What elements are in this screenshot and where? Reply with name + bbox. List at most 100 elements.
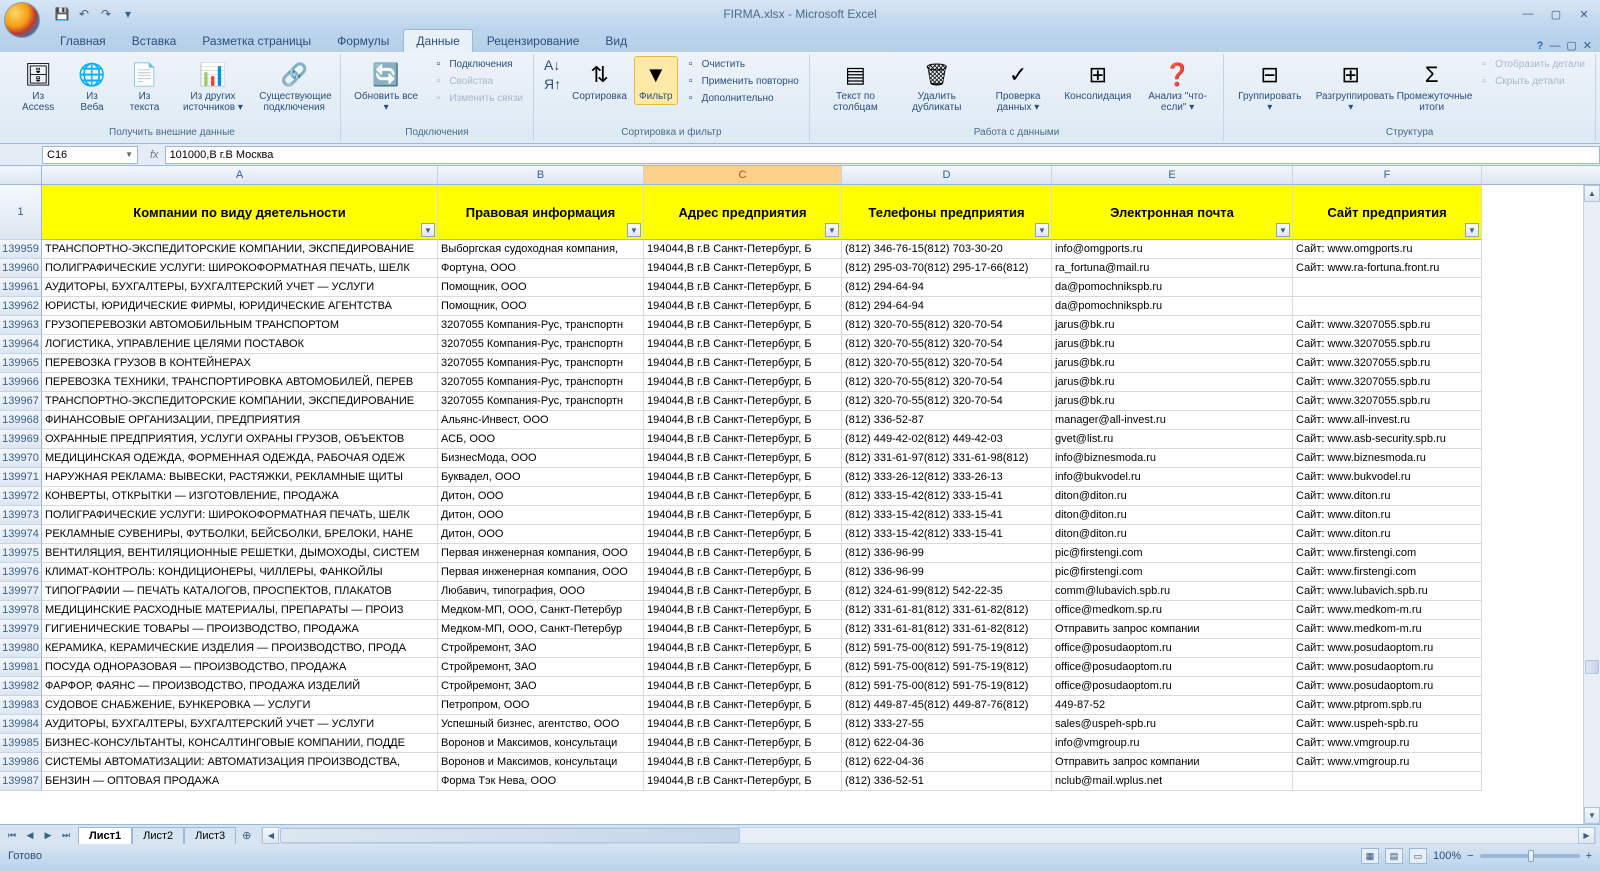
table-cell[interactable]: Сайт: www.vmgroup.ru	[1293, 753, 1482, 772]
row-header[interactable]: 139965	[0, 354, 42, 373]
ribbon-tab-2[interactable]: Разметка страницы	[190, 30, 323, 52]
table-cell[interactable]: Сайт: www.ra-fortuna.front.ru	[1293, 259, 1482, 278]
sort-desc-button[interactable]: Я↑	[540, 75, 565, 93]
table-cell[interactable]: 194044,В г.В Санкт-Петербург, Б	[644, 354, 842, 373]
table-cell[interactable]: ТИПОГРАФИИ — ПЕЧАТЬ КАТАЛОГОВ, ПРОСПЕКТО…	[42, 582, 438, 601]
row-header[interactable]: 139987	[0, 772, 42, 791]
table-cell[interactable]: (812) 333-26-12(812) 333-26-13	[842, 468, 1052, 487]
row-header[interactable]: 139974	[0, 525, 42, 544]
table-cell[interactable]: Сайт: www.uspeh-spb.ru	[1293, 715, 1482, 734]
table-cell[interactable]: ОХРАННЫЕ ПРЕДПРИЯТИЯ, УСЛУГИ ОХРАНЫ ГРУЗ…	[42, 430, 438, 449]
table-cell[interactable]: Фортуна, ООО	[438, 259, 644, 278]
ribbon-small-button[interactable]: ▫Изменить связи	[427, 90, 527, 106]
ribbon-button[interactable]: 🔗Существующие подключения	[255, 56, 334, 116]
table-cell[interactable]: Сайт: www.3207055.spb.ru	[1293, 373, 1482, 392]
ribbon-button[interactable]: ▤Текст по столбцам	[816, 56, 895, 116]
table-cell[interactable]: 3207055 Компания-Рус, транспортн	[438, 392, 644, 411]
scroll-down-button[interactable]: ▼	[1584, 807, 1600, 824]
table-cell[interactable]: (812) 591-75-00(812) 591-75-19(812)	[842, 677, 1052, 696]
zoom-in-button[interactable]: +	[1586, 850, 1592, 862]
table-cell[interactable]: 3207055 Компания-Рус, транспортн	[438, 373, 644, 392]
row-header[interactable]: 1	[0, 185, 42, 240]
sheet-tab[interactable]: Лист3	[184, 827, 236, 844]
table-cell[interactable]: Сайт: www.diton.ru	[1293, 506, 1482, 525]
table-cell[interactable]: 194044,В г.В Санкт-Петербург, Б	[644, 335, 842, 354]
row-header[interactable]: 139981	[0, 658, 42, 677]
new-sheet-button[interactable]: ⊕	[236, 829, 257, 842]
ribbon-button[interactable]: ⊞Консолидация	[1060, 56, 1136, 105]
table-cell[interactable]: info@bukvodel.ru	[1052, 468, 1293, 487]
table-cell[interactable]: 194044,В г.В Санкт-Петербург, Б	[644, 297, 842, 316]
spreadsheet-grid[interactable]: ABCDEF 1Компании по виду дяетельности▼Пр…	[0, 166, 1600, 824]
row-header[interactable]: 139986	[0, 753, 42, 772]
column-header[interactable]: D	[842, 166, 1052, 184]
vertical-scrollbar[interactable]: ▲ ▼	[1583, 185, 1600, 824]
horizontal-scrollbar[interactable]: ◀ ▶	[261, 827, 1596, 844]
table-cell[interactable]: НАРУЖНАЯ РЕКЛАМА: ВЫВЕСКИ, РАСТЯЖКИ, РЕК…	[42, 468, 438, 487]
table-cell[interactable]: Любавич, типография, ООО	[438, 582, 644, 601]
table-cell[interactable]: ТРАНСПОРТНО-ЭКСПЕДИТОРСКИЕ КОМПАНИИ, ЭКС…	[42, 392, 438, 411]
office-button[interactable]	[4, 2, 40, 38]
table-cell[interactable]: Дитон, ООО	[438, 506, 644, 525]
table-cell[interactable]: 194044,В г.В Санкт-Петербург, Б	[644, 240, 842, 259]
table-cell[interactable]: jarus@bk.ru	[1052, 335, 1293, 354]
table-cell[interactable]: ЮРИСТЫ, ЮРИДИЧЕСКИЕ ФИРМЫ, ЮРИДИЧЕСКИЕ А…	[42, 297, 438, 316]
table-cell[interactable]: Петропром, ООО	[438, 696, 644, 715]
table-cell[interactable]: 194044,В г.В Санкт-Петербург, Б	[644, 411, 842, 430]
table-cell[interactable]: 194044,В г.В Санкт-Петербург, Б	[644, 506, 842, 525]
table-cell[interactable]: (812) 622-04-36	[842, 734, 1052, 753]
table-cell[interactable]: ПОСУДА ОДНОРАЗОВАЯ — ПРОИЗВОДСТВО, ПРОДА…	[42, 658, 438, 677]
table-cell[interactable]: (812) 591-75-00(812) 591-75-19(812)	[842, 658, 1052, 677]
table-cell[interactable]: 194044,В г.В Санкт-Петербург, Б	[644, 772, 842, 791]
table-cell[interactable]: Сайт: www.3207055.spb.ru	[1293, 354, 1482, 373]
ribbon-tab-0[interactable]: Главная	[48, 30, 118, 52]
table-cell[interactable]: Сайт: www.firstengi.com	[1293, 563, 1482, 582]
row-header[interactable]: 139982	[0, 677, 42, 696]
ribbon-button[interactable]: ▼Фильтр	[634, 56, 678, 105]
table-cell[interactable]: da@pomochnikspb.ru	[1052, 278, 1293, 297]
table-cell[interactable]: СИСТЕМЫ АВТОМАТИЗАЦИИ: АВТОМАТИЗАЦИЯ ПРО…	[42, 753, 438, 772]
table-cell[interactable]: diton@diton.ru	[1052, 506, 1293, 525]
filter-dropdown-icon[interactable]: ▼	[1276, 223, 1290, 237]
table-cell[interactable]: Альянс-Инвест, ООО	[438, 411, 644, 430]
table-cell[interactable]: (812) 294-64-94	[842, 278, 1052, 297]
close-button[interactable]: ✕	[1574, 6, 1594, 22]
table-cell[interactable]: 194044,В г.В Санкт-Петербург, Б	[644, 259, 842, 278]
table-cell[interactable]: manager@all-invest.ru	[1052, 411, 1293, 430]
row-header[interactable]: 139980	[0, 639, 42, 658]
table-cell[interactable]: Медком-МП, ООО, Санкт-Петербур	[438, 601, 644, 620]
table-cell[interactable]: (812) 331-61-97(812) 331-61-98(812)	[842, 449, 1052, 468]
table-cell[interactable]: Стройремонт, ЗАО	[438, 658, 644, 677]
row-header[interactable]: 139971	[0, 468, 42, 487]
table-cell[interactable]: Сайт: www.posudaoptom.ru	[1293, 677, 1482, 696]
table-cell[interactable]: Сайт: www.diton.ru	[1293, 525, 1482, 544]
qat-redo-icon[interactable]: ↷	[98, 6, 114, 22]
table-cell[interactable]: (812) 336-96-99	[842, 563, 1052, 582]
row-header[interactable]: 139960	[0, 259, 42, 278]
ribbon-tab-5[interactable]: Рецензирование	[475, 30, 592, 52]
table-cell[interactable]: Сайт: www.lubavich.spb.ru	[1293, 582, 1482, 601]
table-cell[interactable]: КОНВЕРТЫ, ОТКРЫТКИ — ИЗГОТОВЛЕНИЕ, ПРОДА…	[42, 487, 438, 506]
table-cell[interactable]: Сайт: www.medkom-m.ru	[1293, 601, 1482, 620]
table-cell[interactable]: 194044,В г.В Санкт-Петербург, Б	[644, 316, 842, 335]
table-cell[interactable]: Помощник, ООО	[438, 278, 644, 297]
table-cell[interactable]	[1293, 297, 1482, 316]
table-cell[interactable]: АУДИТОРЫ, БУХГАЛТЕРЫ, БУХГАЛТЕРСКИЙ УЧЕТ…	[42, 715, 438, 734]
row-header[interactable]: 139984	[0, 715, 42, 734]
ribbon-tab-4[interactable]: Данные	[403, 29, 472, 52]
table-cell[interactable]: ПОЛИГРАФИЧЕСКИЕ УСЛУГИ: ШИРОКОФОРМАТНАЯ …	[42, 506, 438, 525]
table-cell[interactable]: (812) 320-70-55(812) 320-70-54	[842, 335, 1052, 354]
table-cell[interactable]: Воронов и Максимов, консультаци	[438, 734, 644, 753]
table-cell[interactable]: (812) 336-96-99	[842, 544, 1052, 563]
table-cell[interactable]: (812) 449-87-45(812) 449-87-76(812)	[842, 696, 1052, 715]
row-header[interactable]: 139983	[0, 696, 42, 715]
table-cell[interactable]: Сайт: www.bukvodel.ru	[1293, 468, 1482, 487]
zoom-level[interactable]: 100%	[1433, 850, 1461, 862]
ribbon-button[interactable]: ❓Анализ "что-если" ▾	[1138, 56, 1217, 116]
table-cell[interactable]: Сайт: www.3207055.spb.ru	[1293, 335, 1482, 354]
row-header[interactable]: 139976	[0, 563, 42, 582]
table-cell[interactable]: 194044,В г.В Санкт-Петербург, Б	[644, 392, 842, 411]
table-cell[interactable]: (812) 336-52-87	[842, 411, 1052, 430]
sheet-nav-next[interactable]: ▶	[40, 827, 56, 843]
table-cell[interactable]: (812) 622-04-36	[842, 753, 1052, 772]
